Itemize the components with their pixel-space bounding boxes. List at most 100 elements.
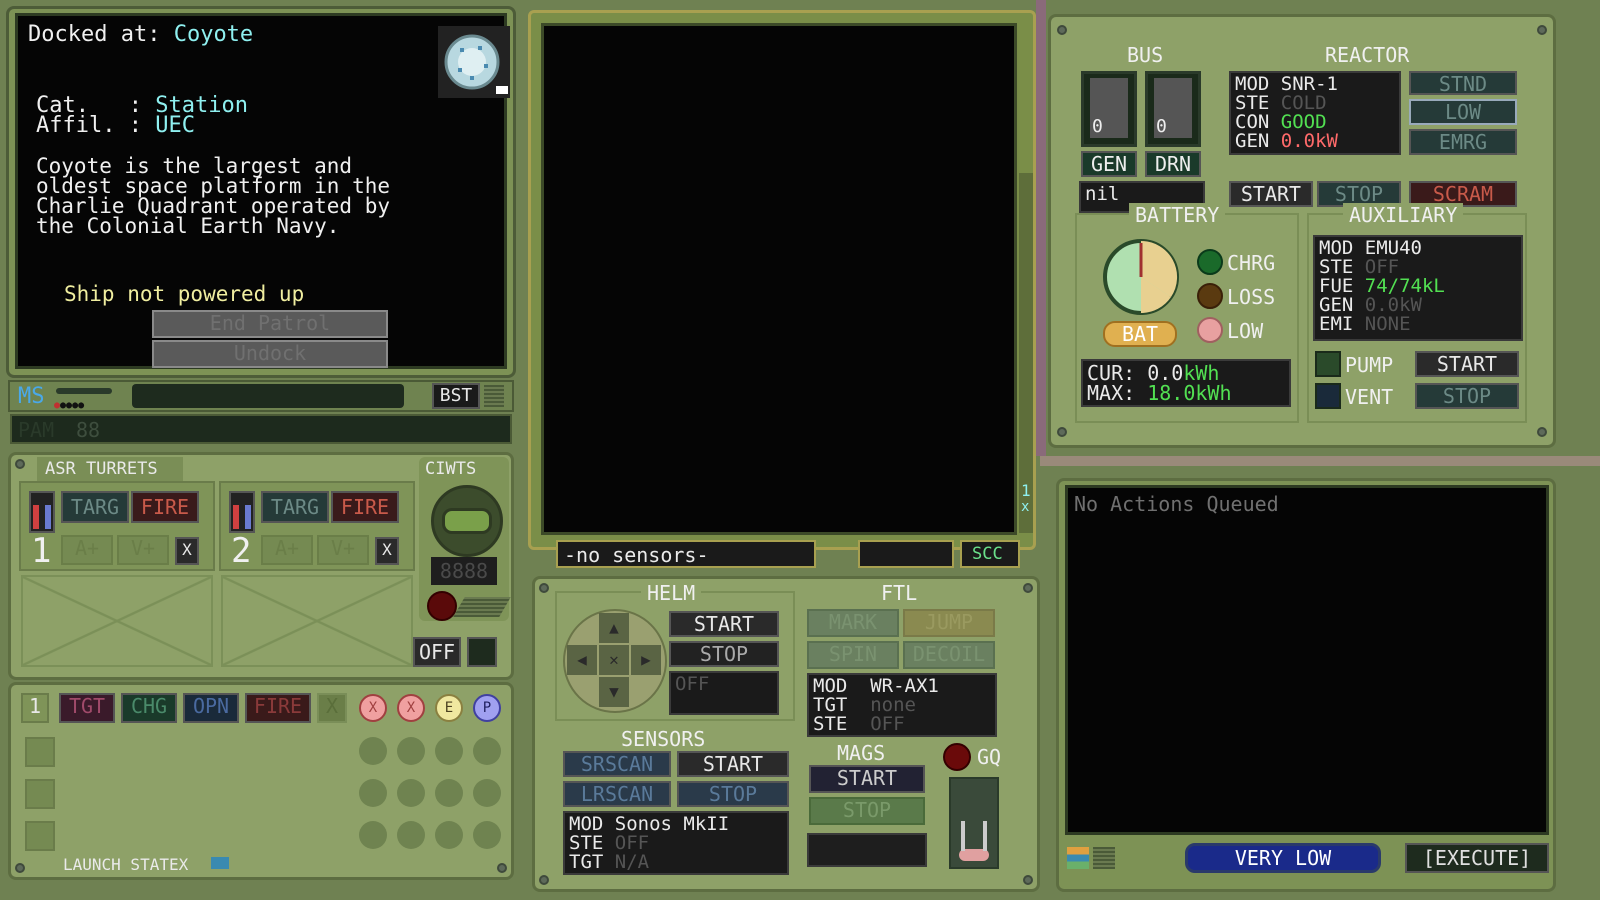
description-line: the Colonial Earth Navy. xyxy=(36,214,340,238)
launch-circle-e[interactable]: E xyxy=(435,694,463,722)
launch-circle-p[interactable]: P xyxy=(473,694,501,722)
description-line: Coyote is the largest and xyxy=(36,154,353,178)
ciwts-off-button[interactable]: OFF xyxy=(413,637,461,667)
ciwts-title: CIWTS xyxy=(425,459,477,479)
launch-tgt-button[interactable]: TGT xyxy=(59,693,115,723)
mags-stop-button[interactable]: STOP xyxy=(809,797,925,825)
reactor-emrg-button[interactable]: EMRG xyxy=(1409,129,1517,155)
vent-label: VENT xyxy=(1345,385,1394,409)
helm-stop-button[interactable]: STOP xyxy=(669,641,779,667)
reactor-start-button[interactable]: START xyxy=(1229,181,1313,207)
helm-center-x-icon[interactable]: ✕ xyxy=(599,645,629,675)
helm-up-arrow-icon[interactable]: ▲ xyxy=(599,613,629,643)
sensor-side-digit: 1 xyxy=(1021,481,1031,500)
battery-low-light xyxy=(1197,317,1223,343)
turret-2-x-button[interactable]: X xyxy=(375,537,399,565)
bus-drn-button[interactable]: DRN xyxy=(1145,151,1201,177)
scc-label: SCC xyxy=(972,544,1003,564)
turret-2-targ-button[interactable]: TARG xyxy=(261,491,329,523)
sensors-start-button[interactable]: START xyxy=(677,751,789,777)
bus-gen-button[interactable]: GEN xyxy=(1081,151,1137,177)
pump-toggle[interactable] xyxy=(1315,351,1341,377)
helm-down-arrow-icon[interactable]: ▼ xyxy=(599,677,629,707)
launch-chg-button[interactable]: CHG xyxy=(121,693,177,723)
ciwts-turret-icon xyxy=(431,485,503,557)
gq-light[interactable] xyxy=(943,743,971,771)
turret-1-targ-button[interactable]: TARG xyxy=(61,491,129,523)
helm-left-arrow-icon[interactable]: ◀ xyxy=(567,645,597,675)
ftl-spin-button[interactable]: SPIN xyxy=(807,641,899,669)
battery-title: BATTERY xyxy=(1129,203,1226,227)
helm-right-arrow-icon[interactable]: ▶ xyxy=(631,645,661,675)
pam-value: 88 xyxy=(76,418,101,442)
reactor-title: REACTOR xyxy=(1325,43,1410,67)
ftl-jump-button[interactable]: JUMP xyxy=(903,609,995,637)
pipe-vertical xyxy=(1036,0,1046,456)
gq-lever[interactable] xyxy=(949,777,999,869)
turret-1-a-plus-button[interactable]: A+ xyxy=(61,535,113,565)
auxiliary-section: AUXILIARY MOD EMU40 STE OFF FUE 74/74kL … xyxy=(1307,203,1527,423)
execute-button[interactable]: [EXECUTE] xyxy=(1405,843,1549,873)
sensors-stop-button[interactable]: STOP xyxy=(677,781,789,807)
bus-drn-slot: 0 xyxy=(1145,71,1201,147)
launch-circle-x2[interactable]: X xyxy=(397,694,425,722)
reactor-section: REACTOR MOD SNR-1 STE COLD CON GOOD GEN … xyxy=(1225,37,1525,207)
end-patrol-button[interactable]: End Patrol xyxy=(152,310,388,338)
vent-toggle[interactable] xyxy=(1315,383,1341,409)
srscan-button[interactable]: SRSCAN xyxy=(563,751,671,777)
dock-panel: Docked at: Coyote Cat. : Station Affil. … xyxy=(6,6,516,378)
description-line: Charlie Quadrant operated by xyxy=(36,194,391,218)
reactor-stnd-button[interactable]: STND xyxy=(1409,71,1517,95)
turret-2-a-plus-button[interactable]: A+ xyxy=(261,535,313,565)
pump-label: PUMP xyxy=(1345,353,1394,377)
dock-info-screen: Docked at: Coyote Cat. : Station Affil. … xyxy=(15,13,510,369)
mags-section: MAGS START STOP xyxy=(807,741,931,879)
pump-start-button[interactable]: START xyxy=(1415,351,1519,377)
ciwts-counter: 8888 xyxy=(431,557,497,585)
vent-stop-button[interactable]: STOP xyxy=(1415,383,1519,409)
message-bar xyxy=(132,384,404,408)
bus-gen-value: 0 xyxy=(1092,116,1103,137)
launch-slot-1[interactable]: 1 xyxy=(21,693,49,723)
launch-fire-button[interactable]: FIRE xyxy=(245,693,311,723)
undock-button[interactable]: Undock xyxy=(152,340,388,368)
bst-button[interactable]: BST xyxy=(432,383,480,409)
ciwts-toggle[interactable] xyxy=(467,637,497,667)
helm-start-button[interactable]: START xyxy=(669,611,779,637)
launch-row-2 xyxy=(21,733,505,769)
bus-gen-slot: 0 xyxy=(1081,71,1137,147)
turret-1-fire-button[interactable]: FIRE xyxy=(131,491,199,523)
bst-grille xyxy=(484,385,504,407)
ftl-mark-button[interactable]: MARK xyxy=(807,609,899,637)
ftl-decoil-button[interactable]: DECOIL xyxy=(903,641,995,669)
launch-opn-button[interactable]: OPN xyxy=(183,693,239,723)
station-icon xyxy=(438,26,510,98)
launch-x-button[interactable]: X xyxy=(317,693,347,723)
launch-row-3 xyxy=(21,775,505,811)
sensor-side-strip xyxy=(1019,173,1033,533)
priority-button[interactable]: VERY LOW xyxy=(1185,843,1381,873)
battery-low-label: LOW xyxy=(1227,319,1264,343)
scc-bar: SCC xyxy=(960,540,1020,568)
queue-list-icon xyxy=(1093,847,1115,869)
turret-2-fire-button[interactable]: FIRE xyxy=(331,491,399,523)
turrets-title: ASR TURRETS xyxy=(37,457,183,481)
turret-2: TARG FIRE 2 A+ V+ X xyxy=(219,481,415,571)
battery-bat-button[interactable]: BAT xyxy=(1103,321,1177,347)
launch-row-4 xyxy=(21,817,505,853)
turret-1-v-plus-button[interactable]: V+ xyxy=(117,535,169,565)
reactor-low-button[interactable]: LOW xyxy=(1409,99,1517,125)
launch-circle-x1[interactable]: X xyxy=(359,694,387,722)
power-panel: BUS 0 0 GEN DRN nil REACTOR MOD SNR-1 ST… xyxy=(1048,14,1556,448)
battery-section: BATTERY BAT CHRG LOSS LOW CUR: 0.0kWh MA… xyxy=(1075,203,1299,423)
ciwts-module: CIWTS 8888 xyxy=(419,457,511,621)
lrscan-button[interactable]: LRSCAN xyxy=(563,781,671,807)
station-description: Coyote is the largest and oldest space p… xyxy=(36,154,391,238)
turret-2-ammo-gauge xyxy=(229,491,255,533)
turret-1-x-button[interactable]: X xyxy=(175,537,199,565)
helm-dpad[interactable]: ▲ ◀ ✕ ▶ ▼ xyxy=(563,609,667,713)
mags-start-button[interactable]: START xyxy=(809,765,925,793)
turret-2-number: 2 xyxy=(231,531,252,571)
turret-2-v-plus-button[interactable]: V+ xyxy=(317,535,369,565)
ftl-title: FTL xyxy=(881,581,918,605)
